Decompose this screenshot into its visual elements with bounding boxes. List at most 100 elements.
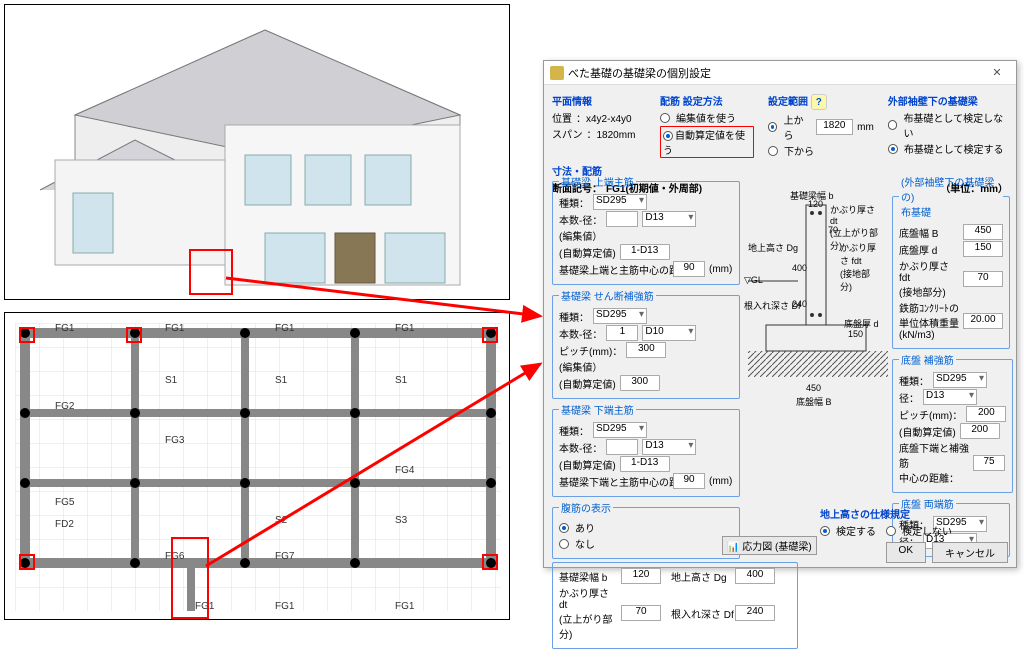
inp-dim-df[interactable]: 240 (735, 605, 775, 621)
inp-cl-unit[interactable]: 20.00 (963, 313, 1003, 329)
svg-text:FG2: FG2 (55, 401, 75, 412)
plan-svg: FG1FG1FG1FG1 FG2S1S1S1 FG3FG4 FG5FD2 FG6… (15, 323, 501, 611)
ok-button[interactable]: OK (886, 542, 926, 563)
lbl-dist: 基礎梁上端と主筋中心の距離： (559, 262, 669, 277)
lbl-type-b: 種類： (559, 423, 589, 438)
disp-no: なし (575, 536, 595, 551)
cl-B-lbl: 底盤幅 B (899, 225, 959, 240)
lbl-dim-dt: かぶり厚さ dt (立上がり部分) (559, 585, 617, 641)
sr-dia-lbl: 径： (899, 390, 919, 405)
cross-section-col: 基礎梁幅 b 120 かぶり厚さdt (立上がり部分) 70 かぶり厚さ fdt… (748, 185, 890, 395)
radio-disp-no[interactable] (559, 539, 569, 549)
span-value: ：1820mm (587, 126, 636, 141)
lbl-dim-df: 根入れ深さ Df (671, 606, 731, 621)
inp-sr-pitch[interactable]: 200 (966, 406, 1006, 422)
lbl-type: 種類： (559, 195, 589, 210)
fs-shear: 基礎梁 せん断補強筋 種類：SD295 本数-径：1D10 ピッチ(mm)：30… (552, 288, 740, 399)
lbl-cnt: 本数-径： (559, 212, 602, 227)
inp-top-dist[interactable]: 90 (673, 261, 705, 277)
house-3d-render (4, 4, 510, 300)
svg-text:FG5: FG5 (55, 497, 75, 508)
plane-info-block: 平面情報 位置：x4y2-x4y0 スパン：1820mm (552, 91, 646, 142)
lbl-cnt-b: 本数-径： (559, 440, 602, 455)
radio-cloth-yes[interactable] (888, 144, 898, 154)
dialog-icon (550, 66, 564, 80)
fs-cloth: (外部袖壁下の基礎梁の) 布基礎 底盤幅 B450 底盤厚 d150 かぶり厚さ… (892, 174, 1010, 349)
inp-cl-fdt[interactable]: 70 (963, 271, 1003, 287)
legend-cloth: (外部袖壁下の基礎梁の) 布基礎 (899, 174, 1003, 219)
svg-text:S1: S1 (165, 375, 178, 386)
sel-sh-dia[interactable]: D10 (642, 325, 696, 341)
range-block: 設定範囲 ? 上から 1820 mm 下から (768, 91, 874, 159)
radio-cloth-no[interactable] (888, 120, 898, 130)
close-icon[interactable]: ✕ (984, 63, 1010, 83)
cloth-no-label: 布基礎として検定しない (903, 110, 1008, 140)
val-btm-auto: 1-D13 (620, 456, 670, 472)
sel-btm-dia[interactable]: D13 (642, 439, 696, 455)
sel-top-type[interactable]: SD295 (593, 194, 647, 210)
inp-cl-d[interactable]: 150 (963, 241, 1003, 257)
inp-btm-dist[interactable]: 90 (673, 473, 705, 489)
radio-from-btm[interactable] (768, 146, 778, 156)
sr-dist-lbl: 底盤下端と補強筋 中心の距離： (899, 440, 969, 485)
dialog-title: べた基礎の基礎梁の個別設定 (568, 65, 984, 81)
inp-btm-cnt[interactable] (606, 439, 638, 455)
lbl-edit: (編集値） (559, 228, 602, 243)
radio-from-top[interactable] (768, 122, 777, 132)
radio-hr-yes[interactable] (820, 526, 830, 536)
lbl-auto-b: (自動算定値) (559, 457, 616, 472)
lbl-pitch: ピッチ(mm)： (559, 343, 622, 358)
cl-fdt-lbl: かぶり厚さ fdt (接地部分) (899, 258, 959, 299)
inp-cl-B[interactable]: 450 (963, 224, 1003, 240)
cs-d: 150 (848, 329, 863, 339)
inp-sr-dist[interactable]: 75 (973, 455, 1005, 471)
inp-sh-pitch-edit[interactable]: 300 (626, 342, 666, 358)
from-btm-label: 下から (784, 143, 814, 158)
stress-diagram-button[interactable]: 📊 応力図 (基礎梁) (722, 536, 817, 555)
inp-top-cnt[interactable] (606, 211, 638, 227)
cs-df: 240 (792, 299, 807, 309)
cs-dt: 70 (828, 225, 838, 235)
radio-auto-value[interactable] (663, 131, 673, 141)
cancel-button[interactable]: キャンセル (932, 542, 1008, 563)
sel-btm-type[interactable]: SD295 (593, 422, 647, 438)
radio-edit-value[interactable] (660, 113, 670, 123)
sel-sr-type[interactable]: SD295 (933, 372, 987, 388)
svg-text:FD2: FD2 (55, 519, 74, 530)
foundation-beam-settings-dialog: べた基礎の基礎梁の個別設定 ✕ 平面情報 位置：x4y2-x4y0 スパン：18… (543, 60, 1017, 568)
sr-auto-lbl: (自動算定値) (899, 424, 956, 439)
fs-top-bar: 基礎梁 上端主筋 種類：SD295 本数-径：D13 (編集値） (自動算定値)… (552, 174, 740, 285)
cross-section-diagram: 基礎梁幅 b 120 かぶり厚さdt (立上がり部分) 70 かぶり厚さ fdt… (748, 185, 878, 395)
fs-rebar-disp: 腹筋の表示 あり なし (552, 500, 740, 559)
svg-text:S2: S2 (275, 515, 288, 526)
legend-btm: 基礎梁 下端主筋 (559, 402, 636, 417)
lbl-dim-b: 基礎梁幅 b (559, 569, 617, 584)
from-top-label: 上から (783, 112, 811, 142)
lbl-type-sh: 種類： (559, 309, 589, 324)
lbl-cnt-sh: 本数-径： (559, 326, 602, 341)
hr-heading: 地上高さの仕様規定 (820, 506, 952, 521)
sel-sh-type[interactable]: SD295 (593, 308, 647, 324)
sel-sr-dia[interactable]: D13 (923, 389, 977, 405)
cs-B-lbl: 底盤幅 B (796, 395, 832, 408)
sel-top-dia[interactable]: D13 (642, 211, 696, 227)
val-sr-auto: 200 (960, 423, 1000, 439)
range-heading: 設定範囲 (768, 97, 808, 108)
help-icon[interactable]: ? (811, 94, 827, 110)
svg-text:FG3: FG3 (165, 435, 185, 446)
inp-dim-dt[interactable]: 70 (621, 605, 661, 621)
range-value-input[interactable]: 1820 (816, 119, 854, 135)
radio-disp-yes[interactable] (559, 523, 569, 533)
radio-edit-label: 編集値を使う (676, 110, 736, 125)
lbl-dist-b: 基礎梁下端と主筋中心の距離： (559, 474, 669, 489)
lbl-auto: (自動算定値) (559, 245, 616, 260)
method-heading: 配筋 設定方法 (660, 93, 754, 108)
sr-type-lbl: 種類： (899, 373, 929, 388)
callout-box-3d (189, 249, 233, 295)
fs-dims-bottom: 基礎梁幅 b120 地上高さ Dg400 かぶり厚さ dt (立上がり部分)70… (552, 562, 798, 649)
inp-dim-dg[interactable]: 400 (735, 568, 775, 584)
inp-dim-b[interactable]: 120 (621, 568, 661, 584)
range-unit: mm (857, 122, 874, 133)
inp-sh-cnt[interactable]: 1 (606, 325, 638, 341)
radio-hr-no[interactable] (886, 526, 896, 536)
